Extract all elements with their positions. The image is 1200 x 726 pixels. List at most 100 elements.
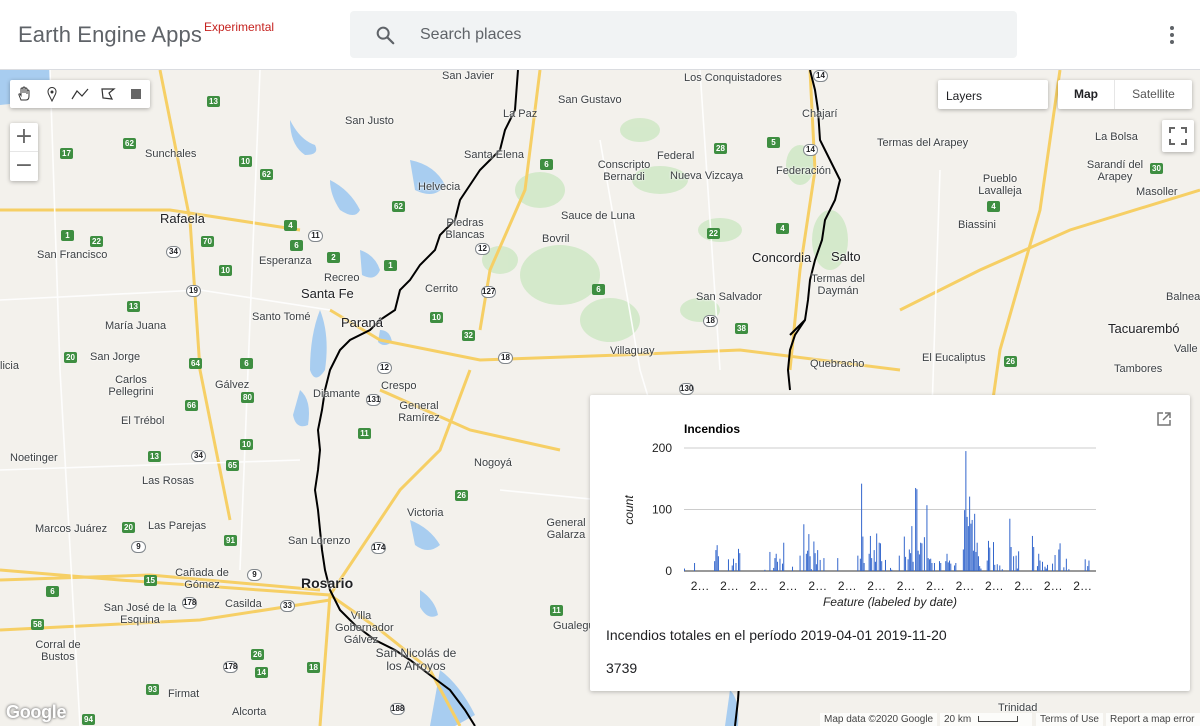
- chart-bar[interactable]: [884, 559, 886, 571]
- chart-bar[interactable]: [781, 563, 783, 571]
- chart-bar[interactable]: [1009, 518, 1011, 571]
- chart-bar[interactable]: [783, 542, 785, 571]
- chart-bar[interactable]: [861, 483, 863, 571]
- chart-bar[interactable]: [946, 553, 948, 571]
- chart-bar[interactable]: [1013, 556, 1015, 571]
- chart-bar[interactable]: [1052, 563, 1054, 571]
- chart-bar[interactable]: [917, 550, 919, 571]
- chart-bar[interactable]: [912, 561, 914, 571]
- chart-bar[interactable]: [1038, 553, 1040, 571]
- chart-bar[interactable]: [779, 558, 781, 571]
- chart-bar[interactable]: [863, 563, 865, 571]
- chart-bar[interactable]: [1065, 558, 1067, 571]
- chart-bar[interactable]: [769, 551, 771, 571]
- map-type-satellite-button[interactable]: Satellite: [1115, 80, 1192, 109]
- chart-bar[interactable]: [803, 524, 805, 571]
- chart-bar[interactable]: [1031, 535, 1033, 571]
- fullscreen-icon[interactable]: [1162, 120, 1194, 152]
- chart-bar[interactable]: [1033, 547, 1035, 571]
- chart-bar[interactable]: [930, 558, 932, 571]
- chart-bar[interactable]: [918, 554, 920, 571]
- chart-bar[interactable]: [1016, 568, 1018, 571]
- chart-bar[interactable]: [871, 558, 873, 571]
- chart-bar[interactable]: [732, 558, 734, 571]
- chart-bar[interactable]: [1036, 566, 1038, 571]
- chart-bar[interactable]: [979, 566, 981, 571]
- search-box[interactable]: [350, 11, 1017, 58]
- chart-bar[interactable]: [920, 542, 922, 571]
- rectangle-icon[interactable]: [122, 80, 150, 108]
- chart-bar[interactable]: [813, 541, 815, 571]
- chart-bar[interactable]: [857, 555, 859, 572]
- chart-bar[interactable]: [823, 558, 825, 571]
- chart-bar[interactable]: [949, 560, 951, 571]
- chart-bar[interactable]: [986, 560, 988, 571]
- chart-bar[interactable]: [1054, 555, 1056, 571]
- map-type-map-button[interactable]: Map: [1058, 80, 1115, 109]
- chart-bar[interactable]: [927, 558, 929, 571]
- chart-bar[interactable]: [964, 510, 966, 571]
- chart-bar[interactable]: [1018, 551, 1020, 571]
- polyline-icon[interactable]: [66, 80, 94, 108]
- chart-bar[interactable]: [970, 523, 972, 571]
- chart-bar[interactable]: [717, 556, 719, 571]
- search-input[interactable]: [420, 21, 980, 49]
- chart-bar[interactable]: [775, 553, 777, 571]
- chart-bar[interactable]: [1068, 569, 1070, 571]
- chart-bar[interactable]: [969, 496, 971, 571]
- chart-bar[interactable]: [977, 556, 979, 571]
- chart-bar[interactable]: [869, 535, 871, 571]
- chart-bar[interactable]: [810, 569, 812, 571]
- chart-bar[interactable]: [980, 568, 982, 571]
- search-icon[interactable]: [374, 24, 396, 46]
- chart-bar[interactable]: [926, 505, 928, 571]
- chart-bar[interactable]: [1041, 561, 1043, 571]
- chart-bar[interactable]: [945, 561, 947, 571]
- chart-bar[interactable]: [874, 561, 876, 571]
- chart-bar[interactable]: [921, 543, 923, 571]
- chart-bar[interactable]: [911, 526, 913, 571]
- chart-bar[interactable]: [1039, 560, 1041, 571]
- chart-bar[interactable]: [819, 559, 821, 571]
- chart-bar[interactable]: [873, 550, 875, 571]
- chart-bar[interactable]: [903, 536, 905, 571]
- polygon-icon[interactable]: [94, 80, 122, 108]
- chart-bar[interactable]: [815, 564, 817, 571]
- chart-bar[interactable]: [684, 568, 685, 571]
- chart-bar[interactable]: [1059, 543, 1061, 571]
- chart-bar[interactable]: [1001, 569, 1003, 571]
- chart-bar[interactable]: [1044, 566, 1046, 571]
- report-map-error-link[interactable]: Report a map error: [1106, 713, 1200, 726]
- chart-bar[interactable]: [905, 556, 907, 571]
- chart-bar[interactable]: [907, 559, 909, 571]
- chart-bar[interactable]: [971, 519, 973, 571]
- chart-bar[interactable]: [731, 565, 733, 571]
- chart-bar[interactable]: [738, 548, 740, 571]
- chart-bar[interactable]: [974, 513, 976, 571]
- chart-bar[interactable]: [1045, 568, 1047, 571]
- chart-bar[interactable]: [881, 561, 883, 571]
- chart-bar[interactable]: [950, 563, 952, 571]
- chart-bar[interactable]: [1047, 564, 1049, 571]
- app-title[interactable]: Earth Engine Apps: [18, 22, 202, 48]
- chart-bar[interactable]: [807, 550, 809, 571]
- chart-bar[interactable]: [859, 558, 861, 571]
- chart-bar[interactable]: [933, 563, 935, 571]
- chart-bar[interactable]: [773, 567, 775, 571]
- chart-bar[interactable]: [996, 564, 998, 571]
- chart-bar[interactable]: [962, 549, 964, 571]
- marker-icon[interactable]: [38, 80, 66, 108]
- chart-bar[interactable]: [805, 553, 807, 571]
- chart-bar[interactable]: [739, 553, 741, 571]
- chart-bar[interactable]: [1010, 547, 1012, 571]
- zoom-in-button[interactable]: +: [10, 123, 38, 152]
- chart-bar[interactable]: [837, 558, 839, 571]
- chart-bar[interactable]: [910, 553, 912, 571]
- chart-bar[interactable]: [916, 489, 918, 571]
- chart-bar[interactable]: [890, 567, 891, 571]
- chart-bar[interactable]: [764, 569, 766, 571]
- chart-bar[interactable]: [955, 563, 957, 571]
- chart-bar[interactable]: [716, 545, 718, 571]
- chart-bar[interactable]: [809, 556, 811, 571]
- chart-bar[interactable]: [967, 526, 969, 571]
